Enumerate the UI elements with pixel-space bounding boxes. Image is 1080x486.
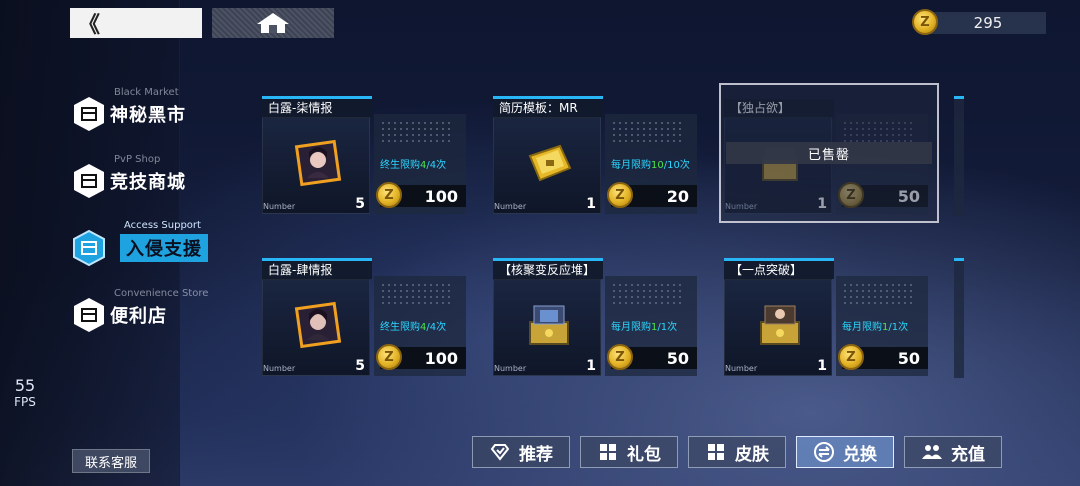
tab-recharge[interactable]: 充值 [904,436,1002,468]
double-chevron-left-icon: 《 [78,13,100,38]
item-image: Number 1 [493,117,601,214]
item-title: 白露-肆情报 [262,261,372,279]
intel-portrait-icon [294,301,342,349]
number-label: Number [263,364,296,373]
sidebar-item-access-support[interactable]: Access Support 入侵支援 [72,220,208,267]
sidebar-item-en-label: Convenience Store [114,288,209,299]
tab-label: 兑换 [843,444,877,465]
shop-item-card[interactable]: 简历模板：MR Number 1 每月限购10/10次 20 Z [493,96,699,216]
recharge-icon [921,441,943,463]
tab-exchange[interactable]: 兑换 [796,436,894,468]
number-label: Number [494,364,527,373]
home-button[interactable] [212,8,334,38]
tab-recommend[interactable]: 推荐 [472,436,570,468]
item-number: 1 [817,358,827,374]
sidebar-item-pvp-shop[interactable]: PvP Shop 竞技商城 [72,154,186,200]
sidebar-item-label: 竞技商城 [110,172,186,193]
sidebar-item-en-label: Access Support [124,220,201,231]
chest-icon [529,305,569,345]
shop-icon [72,229,106,267]
shop-item-card: 【独占欲】 Number 1 50 Z 已售罄 [719,83,939,223]
item-title: 【核聚变反应堆】 [493,261,603,279]
fps-label: FPS [14,395,36,409]
item-number: 1 [586,358,596,374]
tab-skin[interactable]: 皮肤 [688,436,786,468]
item-number: 1 [586,196,596,212]
resume-template-icon [528,144,572,182]
fps-value: 55 [14,376,36,395]
shop-icon [72,162,106,200]
number-label: Number [263,202,296,211]
coin-icon: Z [607,182,633,208]
sidebar-item-convenience-store[interactable]: Convenience Store 便利店 [72,288,208,334]
sidebar-item-label: 便利店 [110,306,167,327]
tab-label: 礼包 [627,444,661,465]
recommend-icon [489,441,511,463]
item-title: 【一点突破】 [724,261,834,279]
purchase-limit: 终生限购4/4次 [380,160,447,171]
tab-label: 充值 [951,444,985,465]
partial-card [954,96,964,216]
coin-icon: Z [838,182,864,208]
tab-label: 皮肤 [735,444,769,465]
intel-portrait-icon [294,139,342,187]
shop-icon [72,95,106,133]
shop-item-card[interactable]: 【一点突破】 Number 1 每月限购1/1次 50 Z [724,258,930,378]
number-label: Number [725,364,758,373]
item-number: 1 [817,196,827,212]
item-title: 【独占欲】 [724,99,834,117]
shop-item-card[interactable]: 白露-肆情报 Number 5 终生限购4/4次 100 Z [262,258,468,378]
chest-icon [760,305,800,345]
customer-service-button[interactable]: 联系客服 [72,449,150,473]
currency-display: Z 295 [912,9,1046,35]
coin-icon: Z [912,9,938,35]
number-label: Number [494,202,527,211]
back-button[interactable]: 《 [70,8,202,38]
fps-counter: 55 FPS [8,376,42,409]
tab-gift[interactable]: 礼包 [580,436,678,468]
item-image: Number 1 [724,117,832,214]
purchase-limit: 终生限购4/4次 [380,322,447,333]
purchase-limit: 每月限购10/10次 [611,160,690,171]
number-label: Number [725,202,758,211]
item-number: 5 [355,358,365,374]
purchase-limit: 每月限购1/1次 [611,322,678,333]
tab-label: 推荐 [519,444,553,465]
item-title: 白露-柒情报 [262,99,372,117]
sidebar-item-en-label: PvP Shop [114,154,161,165]
coin-icon: Z [607,344,633,370]
sidebar-item-en-label: Black Market [114,87,179,98]
item-image: Number 5 [262,279,370,376]
shop-item-card[interactable]: 【核聚变反应堆】 Number 1 每月限购1/1次 50 Z [493,258,699,378]
item-number: 5 [355,196,365,212]
item-image: Number 5 [262,117,370,214]
sidebar-item-label: 入侵支援 [120,234,208,262]
shop-icon [72,296,106,334]
sidebar-item-black-market[interactable]: Black Market 神秘黑市 [72,87,186,133]
coin-icon: Z [376,182,402,208]
coin-icon: Z [838,344,864,370]
item-image: Number 1 [493,279,601,376]
partial-card [954,258,964,378]
coin-icon: Z [376,344,402,370]
currency-amount: 295 [973,14,1003,32]
shop-item-card[interactable]: 白露-柒情报 Number 5 终生限购4/4次 100 Z [262,96,468,216]
sidebar-item-label: 神秘黑市 [110,105,186,126]
exchange-icon [813,441,835,463]
purchase-limit: 每月限购1/1次 [842,322,909,333]
item-image: Number 1 [724,279,832,376]
home-icon [257,13,289,33]
sold-out-banner: 已售罄 [726,142,932,164]
bottom-tab-bar: 推荐 礼包 皮肤 兑换 充值 [472,436,1002,468]
item-title: 简历模板：MR [493,99,603,117]
gift-icon [597,441,619,463]
skin-icon [705,441,727,463]
